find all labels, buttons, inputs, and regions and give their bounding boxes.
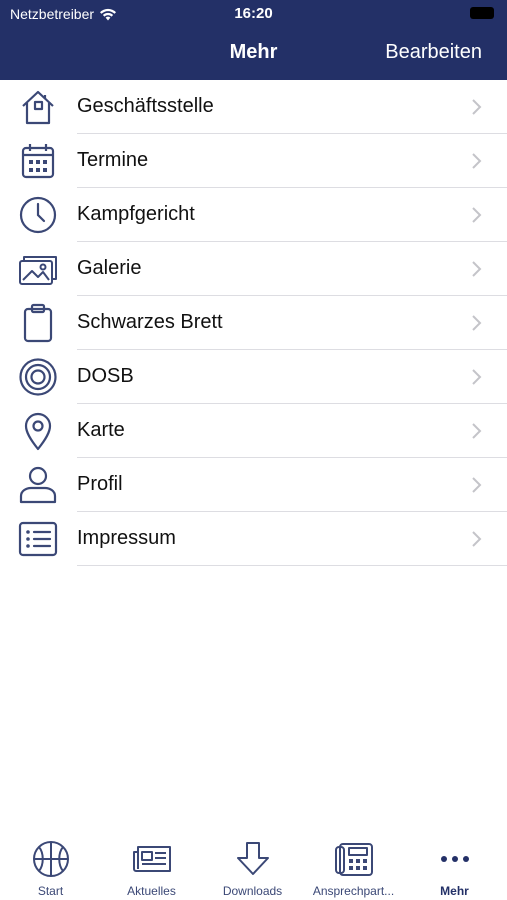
clipboard-icon: [18, 303, 58, 343]
menu-item-schwarzes-brett[interactable]: Schwarzes Brett: [0, 296, 507, 350]
list-icon: [18, 519, 58, 559]
phone-icon: [333, 840, 375, 878]
basketball-icon: [30, 840, 72, 878]
chevron-right-icon: [471, 368, 483, 386]
chevron-right-icon: [471, 206, 483, 224]
menu-item-label: Galerie: [77, 257, 142, 279]
chevron-right-icon: [471, 98, 483, 116]
status-time: 16:20: [234, 5, 273, 22]
menu-item-karte[interactable]: Karte: [0, 404, 507, 458]
tab-downloads[interactable]: Downloads: [202, 830, 303, 900]
map-pin-icon: [18, 411, 58, 451]
house-icon: [18, 87, 58, 127]
menu-item-label: Geschäftsstelle: [77, 95, 214, 117]
chevron-right-icon: [471, 152, 483, 170]
menu-item-label: DOSB: [77, 365, 134, 387]
menu-item-profil[interactable]: Profil: [0, 458, 507, 512]
status-bar: Netzbetreiber 16:20: [0, 0, 507, 28]
tab-aktuelles[interactable]: Aktuelles: [101, 830, 202, 900]
newspaper-icon: [131, 840, 173, 878]
navigation-header: Netzbetreiber 16:20 Mehr Bearbeiten: [0, 0, 507, 80]
chevron-right-icon: [471, 476, 483, 494]
tab-mehr[interactable]: Mehr: [404, 830, 505, 900]
clock-icon: [18, 195, 58, 235]
menu-item-dosb[interactable]: DOSB: [0, 350, 507, 404]
row-separator: [77, 565, 507, 566]
tab-start[interactable]: Start: [0, 830, 101, 900]
target-icon: [18, 357, 58, 397]
battery-icon: [470, 7, 494, 19]
chevron-right-icon: [471, 530, 483, 548]
menu-item-kampfgericht[interactable]: Kampfgericht: [0, 188, 507, 242]
tab-label: Ansprechpart...: [312, 884, 395, 898]
calendar-icon: [18, 141, 58, 181]
menu-item-label: Profil: [77, 473, 123, 495]
menu-item-label: Karte: [77, 419, 125, 441]
chevron-right-icon: [471, 314, 483, 332]
tab-label: Downloads: [222, 884, 283, 898]
edit-button[interactable]: Bearbeiten: [385, 41, 482, 64]
tab-label: Start: [37, 884, 64, 898]
person-icon: [18, 465, 58, 505]
chevron-right-icon: [471, 422, 483, 440]
menu-item-galerie[interactable]: Galerie: [0, 242, 507, 296]
nav-bar: Mehr Bearbeiten: [0, 30, 507, 76]
menu-list: Geschäftsstelle Termine Kampfgericht Gal…: [0, 80, 507, 566]
gallery-icon: [18, 249, 58, 289]
menu-item-label: Termine: [77, 149, 149, 171]
tab-label: Aktuelles: [127, 884, 176, 898]
chevron-right-icon: [471, 260, 483, 278]
menu-item-impressum[interactable]: Impressum: [0, 512, 507, 566]
download-arrow-icon: [232, 840, 274, 878]
menu-item-label: Impressum: [77, 527, 176, 549]
menu-item-geschaeftsstelle[interactable]: Geschäftsstelle: [0, 80, 507, 134]
menu-item-label: Kampfgericht: [77, 203, 195, 225]
tab-ansprechpartner[interactable]: Ansprechpart...: [303, 830, 404, 900]
more-dots-icon: [434, 840, 476, 878]
menu-item-label: Schwarzes Brett: [77, 311, 223, 333]
tab-bar: Start Aktuelles Downloads Ansprechpart..…: [0, 830, 507, 900]
menu-item-termine[interactable]: Termine: [0, 134, 507, 188]
tab-label: Mehr: [440, 884, 469, 898]
